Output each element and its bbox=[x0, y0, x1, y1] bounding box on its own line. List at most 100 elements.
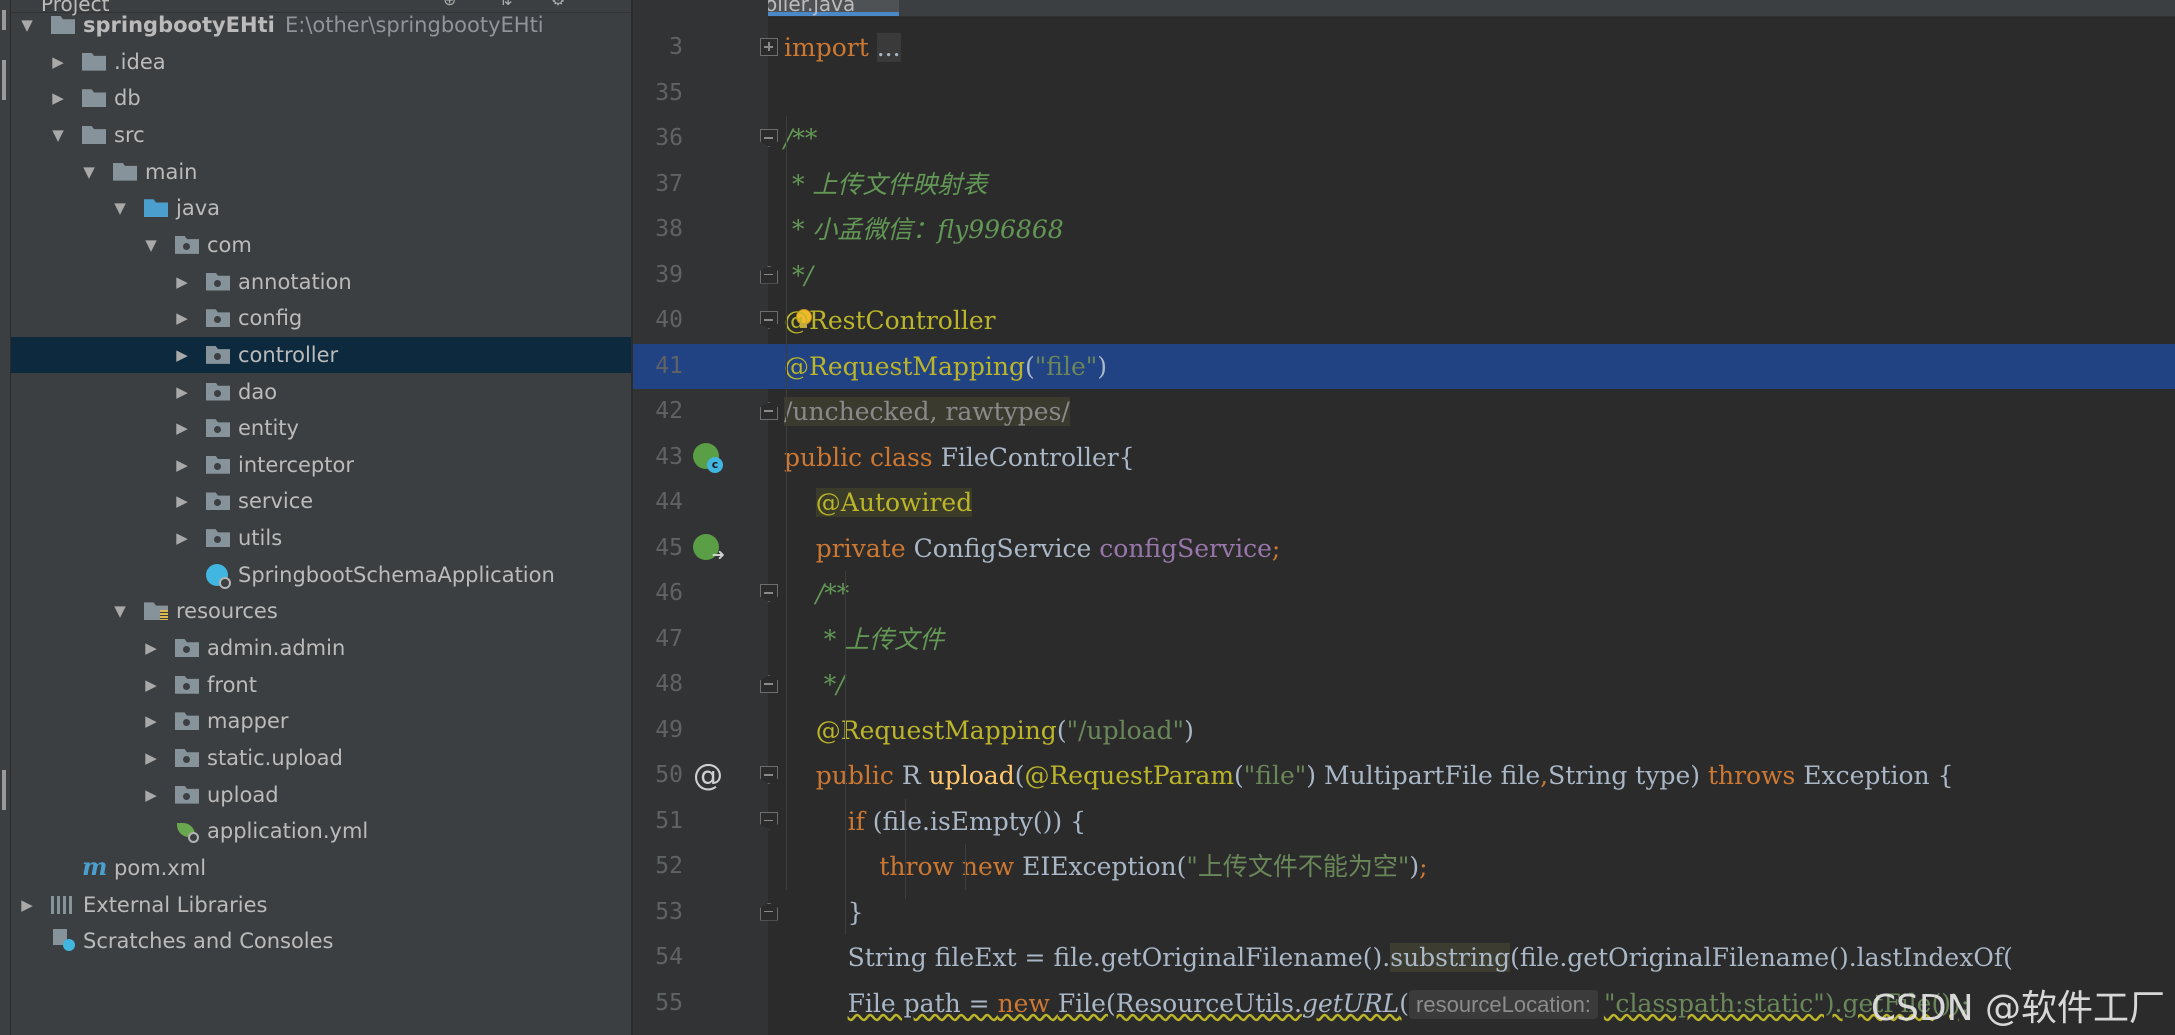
line-number[interactable]: 43 bbox=[633, 435, 683, 481]
code-line[interactable]: 45 ➜ private ConfigService configService; bbox=[633, 526, 2175, 572]
line-number[interactable]: 47 bbox=[633, 617, 683, 663]
tree-item[interactable]: ▶ utils bbox=[11, 520, 631, 556]
line-number[interactable]: 51 bbox=[633, 799, 683, 845]
code-line[interactable]: 39 */ bbox=[633, 253, 2175, 299]
line-number[interactable]: 44 bbox=[633, 480, 683, 526]
line-number[interactable]: 37 bbox=[633, 162, 683, 208]
chevron-right-icon[interactable]: ▶ bbox=[172, 447, 192, 483]
fold-collapse-icon[interactable] bbox=[760, 311, 778, 329]
line-number[interactable]: 40 bbox=[633, 298, 683, 344]
fold-collapse-icon[interactable] bbox=[760, 766, 778, 784]
fold-expand-icon[interactable] bbox=[760, 38, 778, 56]
line-number[interactable]: 49 bbox=[633, 708, 683, 754]
code-line[interactable]: 54 String fileExt = file.getOriginalFile… bbox=[633, 935, 2175, 981]
tool-window-button[interactable] bbox=[2, 60, 6, 100]
tree-item[interactable]: application.yml bbox=[11, 813, 631, 849]
fold-collapse-icon[interactable] bbox=[760, 265, 778, 284]
fold-collapse-icon[interactable] bbox=[760, 811, 778, 830]
line-number[interactable]: 50 bbox=[633, 753, 683, 799]
tool-window-button[interactable] bbox=[2, 10, 6, 30]
request-mapping-icon[interactable]: @ bbox=[693, 761, 723, 791]
chevron-right-icon[interactable]: ▶ bbox=[141, 667, 161, 703]
line-number[interactable]: 36 bbox=[633, 116, 683, 162]
line-number[interactable]: 54 bbox=[633, 935, 683, 981]
tree-item[interactable]: ▶ annotation bbox=[11, 264, 631, 300]
line-number[interactable]: 45 bbox=[633, 526, 683, 572]
chevron-right-icon[interactable]: ▶ bbox=[141, 740, 161, 776]
chevron-right-icon[interactable]: ▶ bbox=[141, 777, 161, 813]
chevron-right-icon[interactable]: ▶ bbox=[48, 80, 68, 116]
tree-item[interactable]: m pom.xml bbox=[11, 850, 631, 886]
tool-window-button[interactable] bbox=[2, 770, 6, 810]
chevron-down-icon[interactable]: ▼ bbox=[141, 227, 161, 263]
code-line[interactable]: 50 @ public R upload(@RequestParam("file"… bbox=[633, 753, 2175, 799]
tree-item[interactable]: ▶ mapper bbox=[11, 703, 631, 739]
code-line[interactable]: 38 * 小孟微信：fly996868 bbox=[633, 207, 2175, 253]
chevron-right-icon[interactable]: ▶ bbox=[141, 630, 161, 666]
tree-item[interactable]: ▶ External Libraries bbox=[11, 887, 631, 923]
chevron-right-icon[interactable]: ▶ bbox=[17, 887, 37, 923]
line-number[interactable]: 52 bbox=[633, 844, 683, 890]
line-number[interactable]: 41 bbox=[633, 344, 683, 390]
tree-item[interactable]: SpringbootSchemaApplication bbox=[11, 557, 631, 593]
line-number[interactable]: 39 bbox=[633, 253, 683, 299]
tree-item[interactable]: ▶ controller bbox=[11, 336, 631, 373]
tree-item[interactable]: ▼ java bbox=[11, 190, 631, 226]
chevron-right-icon[interactable]: ▶ bbox=[172, 483, 192, 519]
code-line[interactable]: 40 @RestController bbox=[633, 298, 2175, 344]
tree-item[interactable]: ▶ config bbox=[11, 300, 631, 336]
line-number[interactable]: 38 bbox=[633, 207, 683, 253]
collapse-icon[interactable]: ⇅ bbox=[499, 0, 517, 9]
fold-collapse-icon[interactable] bbox=[760, 902, 778, 921]
line-number[interactable]: 42 bbox=[633, 389, 683, 435]
tree-item[interactable]: ▶ admin.admin bbox=[11, 630, 631, 666]
chevron-down-icon[interactable]: ▼ bbox=[17, 7, 37, 43]
chevron-right-icon[interactable]: ▶ bbox=[172, 337, 192, 373]
tree-item[interactable]: ▼ com bbox=[11, 227, 631, 263]
tree-item[interactable]: ▼ src bbox=[11, 117, 631, 153]
chevron-down-icon[interactable]: ▼ bbox=[79, 154, 99, 190]
line-number[interactable]: 48 bbox=[633, 662, 683, 708]
tree-item[interactable]: Scratches and Consoles bbox=[11, 923, 631, 959]
tree-item[interactable]: ▶ static.upload bbox=[11, 740, 631, 776]
code-line[interactable]: 43 c public class FileController{ bbox=[633, 435, 2175, 481]
tree-item[interactable]: ▶ front bbox=[11, 667, 631, 703]
tree-item[interactable]: ▶ entity bbox=[11, 410, 631, 446]
tree-item[interactable]: ▼ resources bbox=[11, 593, 631, 629]
tree-item[interactable]: ▶ dao bbox=[11, 374, 631, 410]
chevron-right-icon[interactable]: ▶ bbox=[172, 520, 192, 556]
spring-bean-icon[interactable]: c bbox=[693, 442, 723, 473]
code-line[interactable]: 35 bbox=[633, 71, 2175, 117]
code-line[interactable]: 47 * 上传文件 bbox=[633, 617, 2175, 663]
tree-item[interactable]: ▶ .idea bbox=[11, 44, 631, 80]
gear-icon[interactable]: ⚙ bbox=[551, 0, 569, 9]
code-line[interactable]: 52 throw new EIException("上传文件不能为空"); bbox=[633, 844, 2175, 890]
line-number[interactable]: 46 bbox=[633, 571, 683, 617]
code-line[interactable]: 36 /** bbox=[633, 116, 2175, 162]
fold-collapse-icon[interactable] bbox=[760, 129, 778, 147]
locate-icon[interactable]: ⊕ bbox=[443, 0, 461, 9]
chevron-down-icon[interactable]: ▼ bbox=[110, 190, 130, 226]
code-line[interactable]: 48 */ bbox=[633, 662, 2175, 708]
chevron-right-icon[interactable]: ▶ bbox=[172, 410, 192, 446]
tree-item[interactable]: ▶ interceptor bbox=[11, 447, 631, 483]
line-number[interactable]: 55 bbox=[633, 981, 683, 1027]
code-line[interactable]: 42/unchecked, rawtypes/ bbox=[633, 389, 2175, 435]
chevron-right-icon[interactable]: ▶ bbox=[172, 264, 192, 300]
chevron-down-icon[interactable]: ▼ bbox=[48, 117, 68, 153]
code-line[interactable]: 37 * 上传文件映射表 bbox=[633, 162, 2175, 208]
chevron-right-icon[interactable]: ▶ bbox=[48, 44, 68, 80]
line-number[interactable]: 53 bbox=[633, 890, 683, 936]
code-line[interactable]: 44 @Autowired bbox=[633, 480, 2175, 526]
fold-collapse-icon[interactable] bbox=[760, 675, 778, 693]
line-number[interactable]: 35 bbox=[633, 71, 683, 117]
chevron-down-icon[interactable]: ▼ bbox=[110, 593, 130, 629]
tree-item[interactable]: ▶ service bbox=[11, 483, 631, 519]
code-line[interactable]: 41 @RequestMapping("file") bbox=[633, 343, 2175, 390]
tree-item[interactable]: ▶ upload bbox=[11, 777, 631, 813]
tree-item[interactable]: ▼ springbootyEHti E:\other\springbootyEHti bbox=[11, 7, 631, 43]
chevron-right-icon[interactable]: ▶ bbox=[141, 703, 161, 739]
tree-item[interactable]: ▼ main bbox=[11, 154, 631, 190]
chevron-right-icon[interactable]: ▶ bbox=[172, 300, 192, 336]
code-line[interactable]: 46 /** bbox=[633, 571, 2175, 617]
